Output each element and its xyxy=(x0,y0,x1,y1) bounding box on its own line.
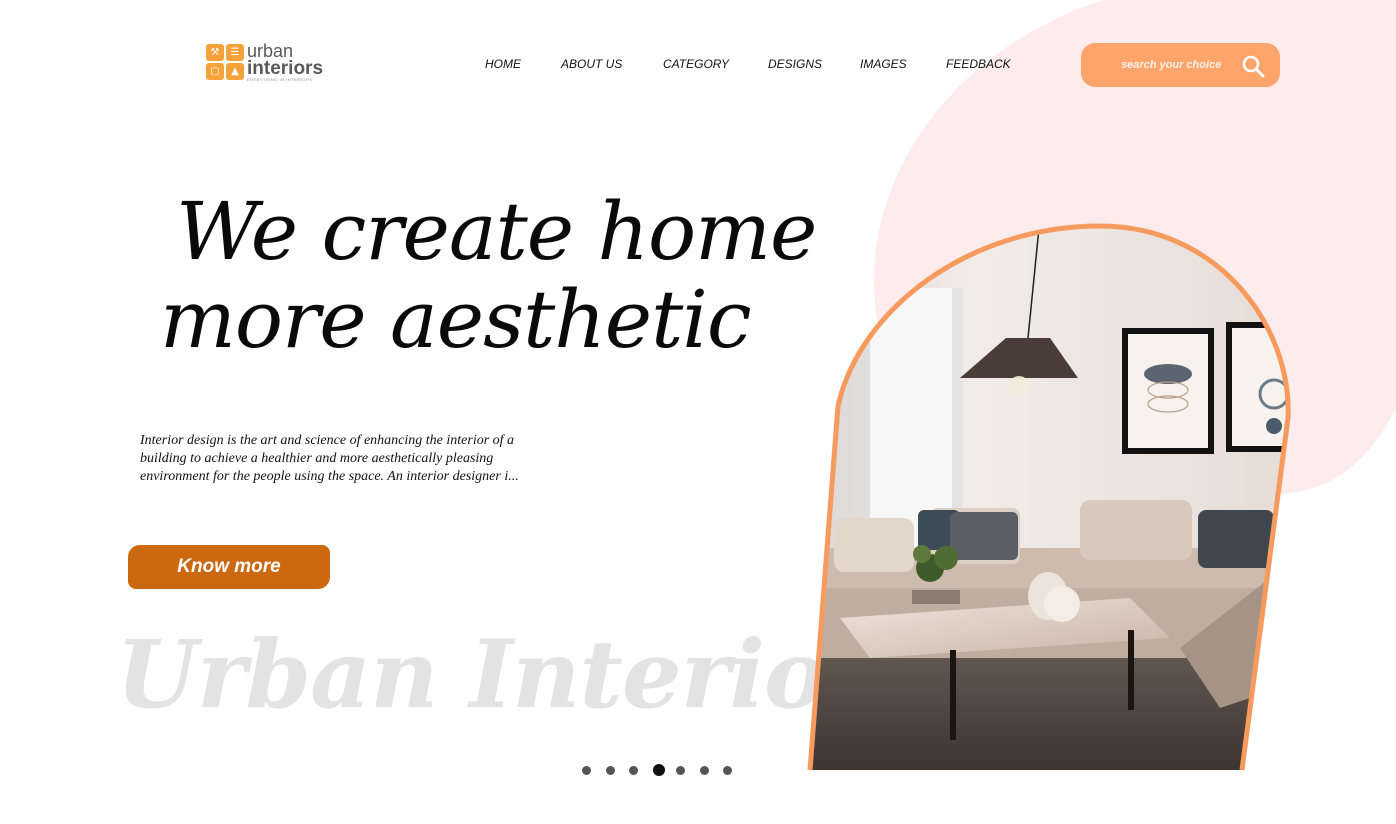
brand-tagline: EVERYTHING IN INTERIORS xyxy=(247,77,313,82)
carousel-dot[interactable] xyxy=(723,766,732,775)
carousel-dot[interactable] xyxy=(652,764,665,776)
brand-logo[interactable]: ⚒ ☰ ▢ ▲ urban interiors EVERYTHING IN IN… xyxy=(206,42,323,82)
hero-headline-line2: more aesthetic xyxy=(160,273,752,366)
nav-item-category[interactable]: CATEGORY xyxy=(663,57,729,71)
nav-item-home[interactable]: HOME xyxy=(485,57,521,71)
nav-item-about-us[interactable]: ABOUT US xyxy=(561,57,622,71)
carousel-dot[interactable] xyxy=(676,766,685,775)
carousel-dot[interactable] xyxy=(582,766,591,775)
brand-name-line2: interiors xyxy=(247,58,324,79)
hero-description: Interior design is the art and science o… xyxy=(140,433,519,484)
carousel-dot[interactable] xyxy=(605,766,615,775)
nav-item-feedback[interactable]: FEEDBACK xyxy=(946,57,1011,71)
nav-item-designs[interactable]: DESIGNS xyxy=(768,57,822,71)
search-input[interactable] xyxy=(1121,57,1239,73)
hero-headline: We create home more aesthetic xyxy=(160,185,817,366)
know-more-button[interactable]: Know more xyxy=(128,545,330,589)
search-icon[interactable] xyxy=(1241,54,1265,78)
hero-headline-line1: We create home xyxy=(176,185,817,278)
carousel-dot[interactable] xyxy=(699,766,709,775)
nav-item-images[interactable]: IMAGES xyxy=(860,57,907,71)
carousel-dot[interactable] xyxy=(629,766,638,775)
house-tools-icon: ⚒ ☰ ▢ ▲ xyxy=(206,44,244,80)
search-bar xyxy=(1081,43,1280,87)
hero-watermark-text: Urban Interior xyxy=(116,620,875,730)
living-room-photo xyxy=(807,223,1291,771)
